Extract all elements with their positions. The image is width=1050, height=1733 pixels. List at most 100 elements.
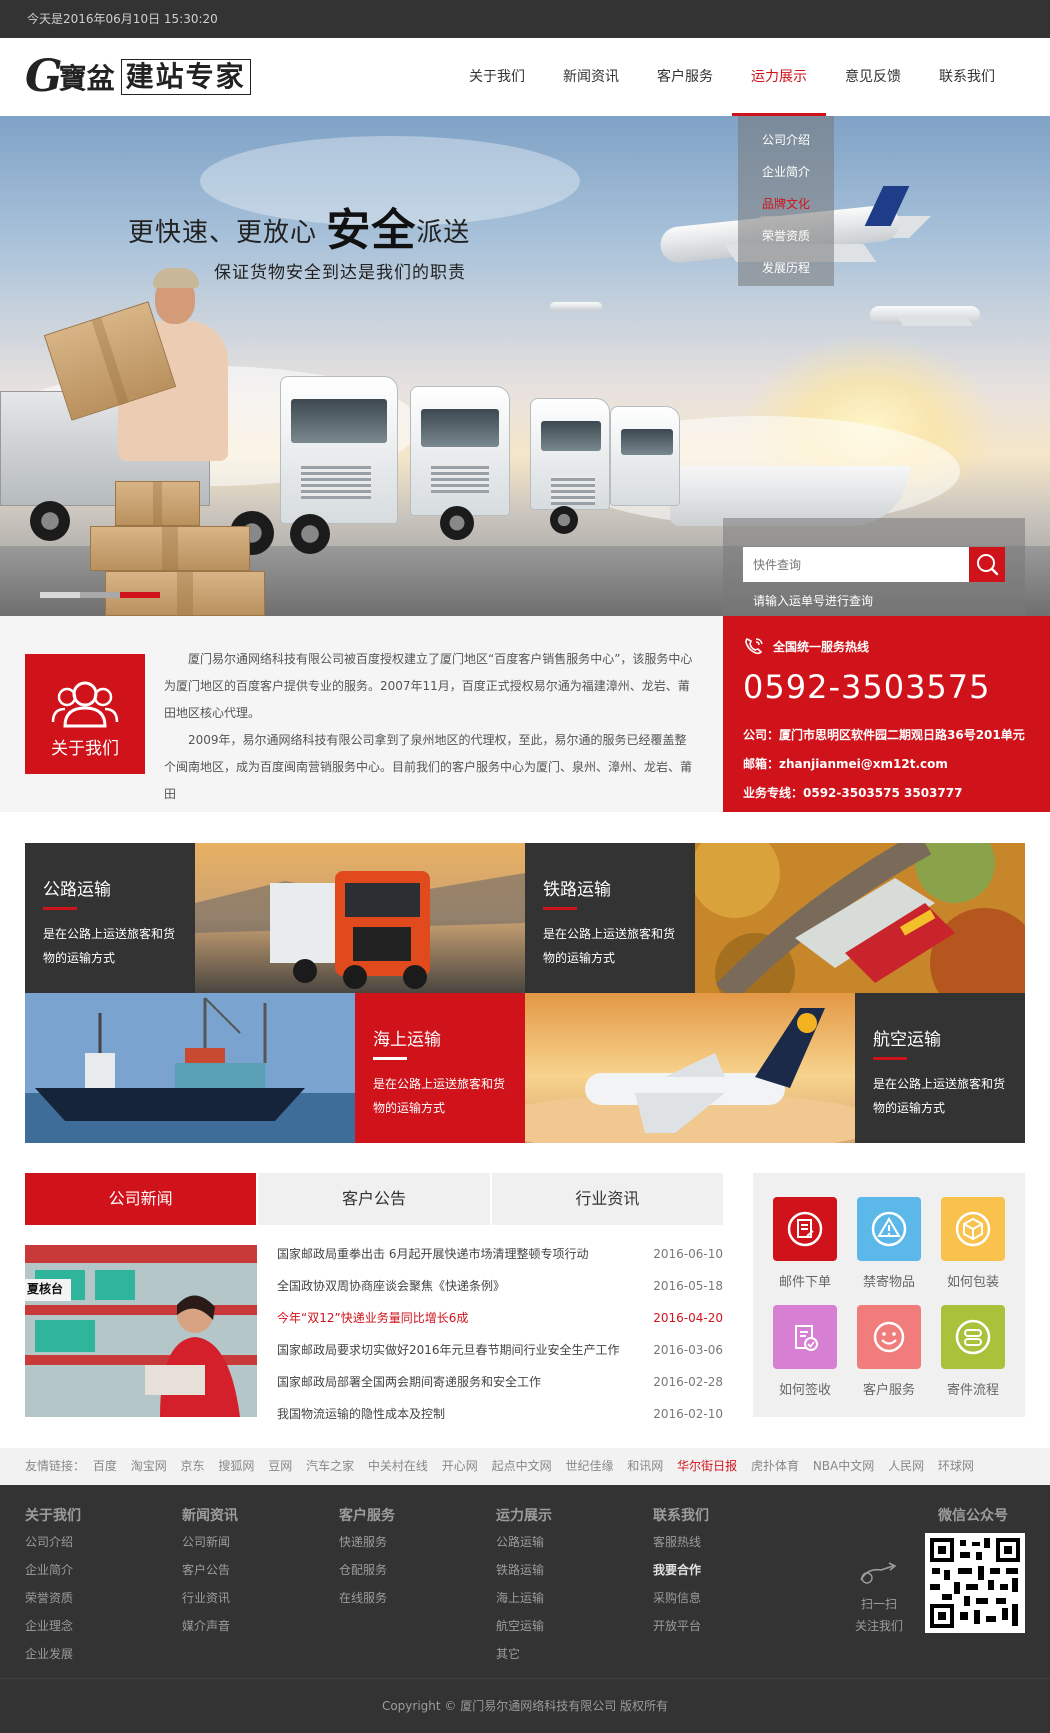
- contact-address: 公司：厦门市思明区软件园二期观日路36号201单元: [743, 728, 1025, 742]
- capacity-dropdown-menu: 公司介绍 企业简介 品牌文化 荣誉资质 发展历程: [738, 116, 834, 286]
- footer-link[interactable]: 客服热线: [653, 1533, 709, 1561]
- footer-link[interactable]: 开放平台: [653, 1617, 709, 1645]
- footer-link[interactable]: 快递服务: [339, 1533, 395, 1561]
- news-featured-image[interactable]: 夏核台: [25, 1245, 257, 1417]
- news-item[interactable]: 今年“双12”快递业务量同比增长6成 2016-04-20: [277, 1302, 723, 1334]
- footer-link[interactable]: 客户公告: [182, 1561, 238, 1589]
- road-transport-image[interactable]: [195, 843, 525, 993]
- dropdown-item-company-intro[interactable]: 公司介绍: [738, 124, 834, 156]
- friend-link[interactable]: 虎扑体育: [751, 1459, 799, 1473]
- footer-link[interactable]: 公司新闻: [182, 1533, 238, 1561]
- footer-link[interactable]: 我要合作: [653, 1561, 709, 1589]
- dropdown-item-brand-culture[interactable]: 品牌文化: [738, 188, 834, 220]
- friend-link[interactable]: 世纪佳缘: [565, 1459, 613, 1473]
- nav-item-capacity[interactable]: 运力展示: [732, 38, 826, 116]
- friend-link[interactable]: 起点中文网: [492, 1459, 552, 1473]
- package-icon: [941, 1197, 1005, 1261]
- parcel-box: [115, 481, 200, 526]
- dropdown-item-honors[interactable]: 荣誉资质: [738, 220, 834, 252]
- dropdown-item-history[interactable]: 发展历程: [738, 252, 834, 284]
- nav-item-about[interactable]: 关于我们: [450, 38, 544, 116]
- truck-wheel: [30, 501, 70, 541]
- quick-sign[interactable]: 如何签收: [763, 1305, 847, 1398]
- quick-services: 邮件下单 禁寄物品 如何包装 如何签收 客户服务 寄件流程: [753, 1173, 1025, 1417]
- footer-link[interactable]: 海上运输: [496, 1589, 552, 1617]
- tab-customer-notice[interactable]: 客户公告: [258, 1173, 492, 1225]
- footer-link[interactable]: 企业简介: [25, 1561, 81, 1589]
- site-logo[interactable]: G 寶盆 建站专家: [25, 54, 251, 100]
- footer-link[interactable]: 行业资讯: [182, 1589, 238, 1617]
- service-card-road[interactable]: 公路运输 是在公路上运送旅客和货物的运输方式: [25, 843, 195, 993]
- friend-links-label: 友情链接：: [25, 1459, 86, 1473]
- about-us-badge[interactable]: 关于我们: [25, 654, 145, 774]
- news-item[interactable]: 国家邮政局要求切实做好2016年元旦春节期间行业安全生产工作 2016-03-06: [277, 1334, 723, 1366]
- slider-dot[interactable]: [40, 592, 80, 598]
- service-card-air[interactable]: 航空运输 是在公路上运送旅客和货物的运输方式: [855, 993, 1025, 1143]
- flow-icon: [941, 1305, 1005, 1369]
- footer-link[interactable]: 企业理念: [25, 1617, 81, 1645]
- friend-link[interactable]: 淘宝网: [131, 1459, 167, 1473]
- friend-link[interactable]: 搜狐网: [218, 1459, 254, 1473]
- news-item[interactable]: 全国政协双周协商座谈会聚焦《快递条例》 2016-05-18: [277, 1270, 723, 1302]
- nav-item-contact[interactable]: 联系我们: [920, 38, 1014, 116]
- nav-item-service[interactable]: 客户服务: [638, 38, 732, 116]
- news-item[interactable]: 国家邮政局部署全国两会期间寄递服务和安全工作 2016-02-28: [277, 1366, 723, 1398]
- truck: [610, 386, 690, 536]
- friend-link[interactable]: 和讯网: [627, 1459, 663, 1473]
- banner-title-post: 派送: [416, 218, 471, 248]
- nav-item-feedback[interactable]: 意见反馈: [826, 38, 920, 116]
- service-title: 海上运输: [373, 1030, 441, 1050]
- friend-link[interactable]: 中关村在线: [368, 1459, 428, 1473]
- tracking-input[interactable]: [743, 547, 969, 582]
- sea-transport-image[interactable]: [25, 993, 355, 1143]
- friend-link[interactable]: 华尔街日报: [677, 1459, 737, 1473]
- dropdown-item-profile[interactable]: 企业简介: [738, 156, 834, 188]
- footer-link[interactable]: 其它: [496, 1645, 552, 1673]
- service-card-sea[interactable]: 海上运输 是在公路上运送旅客和货物的运输方式: [355, 993, 525, 1143]
- air-transport-image[interactable]: [525, 993, 855, 1143]
- friend-link[interactable]: 人民网: [888, 1459, 924, 1473]
- quick-customer-service[interactable]: 客户服务: [847, 1305, 931, 1398]
- footer-col-capacity: 运力展示 公路运输 铁路运输 海上运输 航空运输 其它: [496, 1505, 552, 1673]
- footer-link[interactable]: 公路运输: [496, 1533, 552, 1561]
- footer-link[interactable]: 航空运输: [496, 1617, 552, 1645]
- footer-link[interactable]: 采购信息: [653, 1589, 709, 1617]
- qr-code-icon: [930, 1538, 1020, 1628]
- news-tabs: 公司新闻 客户公告 行业资讯: [25, 1173, 723, 1225]
- contact-email[interactable]: 邮箱：zhanjianmei@xm12t.com: [743, 755, 948, 772]
- rail-transport-image[interactable]: [695, 843, 1025, 993]
- quick-prohibited[interactable]: 禁寄物品: [847, 1197, 931, 1290]
- friend-link[interactable]: 京东: [181, 1459, 205, 1473]
- plane-wing: [896, 316, 974, 326]
- footer-link[interactable]: 荣誉资质: [25, 1589, 81, 1617]
- logo-calligraphy: 寶盆: [58, 62, 115, 95]
- contact-panel: 全国统一服务热线 0592-3503575 公司：厦门市思明区软件园二期观日路3…: [723, 616, 1050, 812]
- footer-link[interactable]: 仓配服务: [339, 1561, 395, 1589]
- quick-packaging[interactable]: 如何包装: [931, 1197, 1015, 1290]
- tracking-search-button[interactable]: [969, 547, 1005, 582]
- slider-dot[interactable]: [80, 592, 120, 598]
- friend-link[interactable]: 汽车之家: [306, 1459, 354, 1473]
- news-item[interactable]: 我国物流运输的隐性成本及控制 2016-02-10: [277, 1398, 723, 1430]
- news-item[interactable]: 国家邮政局重拳出击 6月起开展快递市场清理整顿专项行动 2016-06-10: [277, 1238, 723, 1270]
- tab-industry-news[interactable]: 行业资讯: [491, 1173, 723, 1225]
- friend-link[interactable]: 环球网: [938, 1459, 974, 1473]
- nav-item-news[interactable]: 新闻资讯: [544, 38, 638, 116]
- tab-company-news[interactable]: 公司新闻: [25, 1173, 259, 1225]
- service-desc: 是在公路上运送旅客和货物的运输方式: [43, 927, 176, 965]
- footer-link[interactable]: 在线服务: [339, 1589, 395, 1617]
- footer-link[interactable]: 铁路运输: [496, 1561, 552, 1589]
- service-card-rail[interactable]: 铁路运输 是在公路上运送旅客和货物的运输方式: [525, 843, 695, 993]
- footer-link[interactable]: 公司介绍: [25, 1533, 81, 1561]
- quick-shipping-flow[interactable]: 寄件流程: [931, 1305, 1015, 1398]
- footer-link[interactable]: 媒介声音: [182, 1617, 238, 1645]
- slider-dot-active[interactable]: [120, 592, 160, 598]
- service-title: 航空运输: [873, 1030, 941, 1050]
- friend-link[interactable]: 豆网: [268, 1459, 292, 1473]
- footer-link[interactable]: 企业发展: [25, 1645, 81, 1673]
- friend-link[interactable]: NBA中文网: [813, 1459, 874, 1473]
- quick-mail-order[interactable]: 邮件下单: [763, 1197, 847, 1290]
- friend-link[interactable]: 百度: [93, 1459, 117, 1473]
- friend-link[interactable]: 开心网: [442, 1459, 478, 1473]
- truck-cab: [610, 406, 680, 506]
